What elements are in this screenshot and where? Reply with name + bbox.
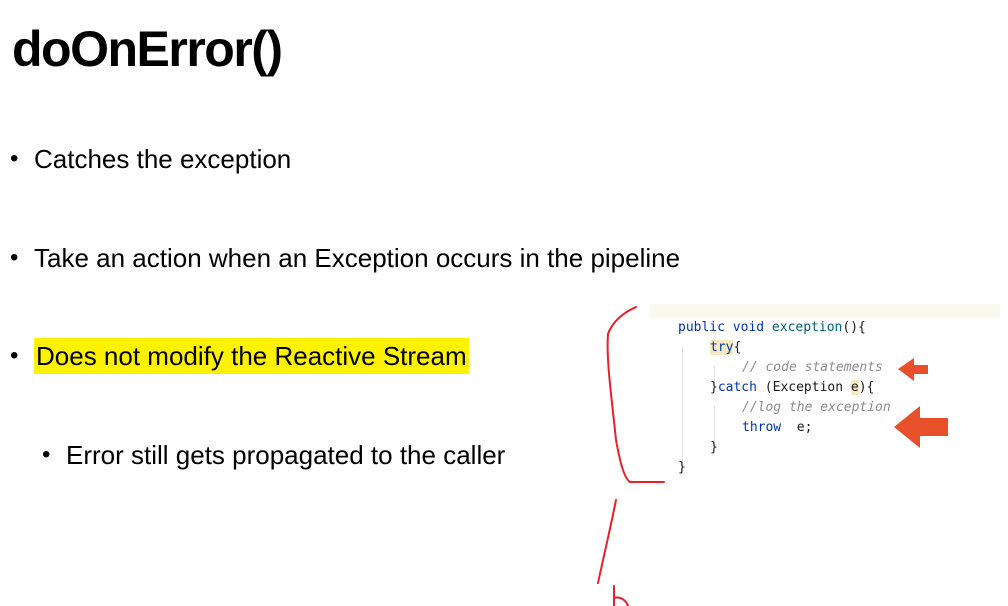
code-line-8: } — [678, 460, 686, 475]
code-line-5: //log the exception — [742, 400, 891, 415]
bullet-text: Catches the exception — [34, 144, 292, 174]
bullet-glyph: • — [42, 441, 51, 468]
bullet-text: Error still gets propagated to the calle… — [66, 440, 506, 470]
bullet-glyph: • — [10, 145, 19, 172]
bullet-text: Take an action when an Exception occurs … — [34, 243, 681, 273]
code-line-6: throw e; — [742, 420, 813, 435]
bullet-text-highlighted: Does not modify the Reactive Stream — [34, 338, 469, 374]
code-line-7: } — [710, 440, 718, 455]
bullet-glyph: • — [10, 342, 19, 369]
code-line-4: }catch (Exception e){ — [710, 380, 875, 395]
red-scribble-annotation — [597, 499, 617, 584]
code-line-2: try{ — [710, 340, 742, 355]
code-snippet: public void exception(){ try{ // code st… — [650, 304, 1000, 484]
sub-bullet-item: • Error still gets propagated to the cal… — [42, 437, 505, 473]
bullet-item-highlighted: • Does not modify the Reactive Stream — [10, 338, 469, 374]
indent-guide — [682, 346, 683, 474]
slide-title: doOnError() — [12, 21, 283, 77]
annotation-layer — [597, 306, 948, 606]
bullet-item: • Catches the exception — [10, 141, 291, 177]
bullet-glyph: • — [10, 244, 19, 271]
bullet-item: • Take an action when an Exception occur… — [10, 240, 680, 276]
code-header-strip — [650, 304, 1000, 318]
code-line-3: // code statements — [742, 360, 883, 375]
red-scribble-annotation — [613, 585, 629, 606]
code-line-1: public void exception(){ — [678, 320, 866, 335]
